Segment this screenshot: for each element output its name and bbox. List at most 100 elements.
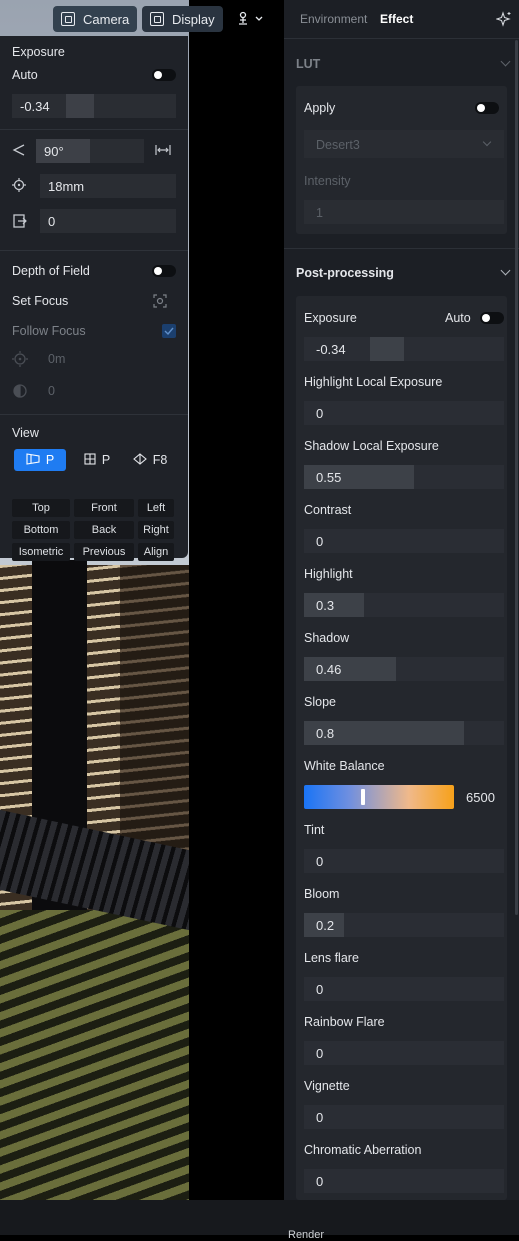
preset-right[interactable]: Right [138, 521, 174, 539]
param-slider-field[interactable]: 0.46 [304, 657, 504, 681]
chevron-down-icon [500, 56, 511, 67]
preset-bottom[interactable]: Bottom [12, 521, 70, 539]
aperture-icon [12, 383, 28, 402]
param-slider-field[interactable]: 0 [304, 849, 504, 873]
intensity-label: Intensity [304, 174, 351, 188]
f8-label: F8 [152, 453, 168, 467]
param-slider-field[interactable]: 0 [304, 1105, 504, 1129]
param-value: 0 [316, 1174, 324, 1189]
focus-distance-icon [12, 351, 28, 370]
param-slider-field[interactable]: 0.2 [304, 913, 504, 937]
param-label: Vignette [304, 1079, 350, 1093]
lut-select[interactable]: Desert3 [304, 130, 504, 158]
lens-section: 90° 18mm 0 [0, 130, 188, 251]
tab-effect[interactable]: Effect [380, 12, 413, 26]
pp-exposure-field[interactable]: -0.34 [304, 337, 504, 361]
view-section: View P P F8 Top Front Left Bottom Back R… [0, 415, 188, 561]
focal-length-field[interactable]: 18mm [40, 174, 176, 198]
focal-length-icon [12, 178, 40, 192]
view-cube-icon [132, 452, 147, 468]
param-slider-field[interactable]: 0 [304, 529, 504, 553]
exposure-value: -0.34 [20, 98, 50, 114]
camera-button[interactable]: Camera [53, 6, 138, 32]
lut-header[interactable]: LUT [284, 42, 519, 86]
exposure-field[interactable]: -0.34 [12, 94, 176, 118]
param-slider-field[interactable]: 0 [304, 1169, 504, 1193]
preset-previous[interactable]: Previous [74, 543, 134, 561]
follow-focus-label: Follow Focus [12, 324, 86, 338]
auto-exposure-toggle[interactable] [152, 69, 176, 81]
param-label: Highlight [304, 567, 353, 581]
param-value: 0.46 [316, 662, 342, 677]
param-slider-field[interactable]: 0 [304, 401, 504, 425]
panel-scrollbar[interactable] [515, 40, 518, 915]
param-value: 0.55 [316, 470, 342, 485]
sparkle-icon[interactable] [495, 11, 512, 30]
param-label: Shadow [304, 631, 350, 645]
f8-view-button[interactable]: F8 [126, 449, 174, 471]
preset-left[interactable]: Left [138, 499, 174, 517]
param-label: Bloom [304, 887, 340, 901]
preset-isometric[interactable]: Isometric [12, 543, 70, 561]
param-value: 0 [316, 854, 324, 869]
perspective-button[interactable]: P [14, 449, 66, 471]
param-slider-field[interactable]: 0.3 [304, 593, 504, 617]
param-value: 0 [316, 982, 324, 997]
lut-apply-toggle[interactable] [475, 102, 499, 114]
fit-width-icon[interactable] [155, 143, 171, 160]
camera-button-label: Camera [83, 11, 130, 27]
grass [0, 910, 189, 1200]
preset-top[interactable]: Top [12, 499, 70, 517]
preset-align[interactable]: Align [138, 543, 174, 561]
auto-label: Auto [12, 68, 38, 82]
intensity-field[interactable]: 1 [304, 200, 504, 224]
cube-icon [150, 12, 164, 26]
post-processing-header[interactable]: Post-processing [284, 251, 519, 295]
tab-environment[interactable]: Environment [300, 12, 367, 26]
lut-subpanel: Apply Desert3 Intensity 1 [296, 86, 507, 234]
divider [284, 248, 519, 249]
display-button[interactable]: Display [142, 6, 223, 32]
param-value: 0.2 [316, 918, 335, 933]
follow-focus-checkbox[interactable] [162, 324, 176, 338]
exposure-slider-handle[interactable] [66, 94, 94, 118]
intensity-value: 1 [316, 206, 323, 220]
white-balance-slider[interactable] [304, 785, 454, 809]
param-label: Shadow Local Exposure [304, 439, 439, 453]
check-icon [164, 327, 174, 336]
param-value: 0 [316, 406, 324, 421]
aperture-value: 0 [48, 384, 55, 398]
lut-apply-label: Apply [304, 101, 336, 115]
parallel-button[interactable]: P [74, 449, 120, 471]
bottom-bar: Render [0, 1200, 519, 1241]
render-label[interactable]: Render [288, 1229, 324, 1241]
param-value: 0.3 [316, 598, 335, 613]
post-processing-title: Post-processing [296, 266, 394, 280]
focus-target-icon[interactable] [153, 294, 167, 311]
camera-icon [61, 12, 75, 26]
navigation-mode-dropdown[interactable] [236, 11, 268, 29]
pp-exposure-handle[interactable] [370, 337, 404, 361]
chevron-down-icon [500, 265, 511, 276]
white-balance-handle[interactable] [361, 789, 365, 805]
lens-shift-icon [12, 213, 40, 229]
param-slider-field[interactable]: 0 [304, 977, 504, 1001]
dof-toggle[interactable] [152, 265, 176, 277]
preset-back[interactable]: Back [74, 521, 134, 539]
lens-shift-field[interactable]: 0 [40, 209, 176, 233]
pp-auto-label: Auto [445, 311, 471, 325]
param-value: 0 [316, 1046, 324, 1061]
panel-tabs: Environment Effect [284, 0, 519, 39]
preset-front[interactable]: Front [74, 499, 134, 517]
param-label: Chromatic Aberration [304, 1143, 422, 1157]
pp-auto-exposure-toggle[interactable] [480, 312, 504, 324]
param-slider-field[interactable]: 0.8 [304, 721, 504, 745]
set-focus-label: Set Focus [12, 294, 69, 308]
param-label: Highlight Local Exposure [304, 375, 443, 389]
walk-icon [239, 11, 263, 25]
fov-value: 90° [44, 143, 64, 159]
param-value: 0.8 [316, 726, 335, 741]
param-slider-field[interactable]: 0 [304, 1041, 504, 1065]
param-slider-field[interactable]: 0.55 [304, 465, 504, 489]
fov-field[interactable]: 90° [36, 139, 144, 163]
